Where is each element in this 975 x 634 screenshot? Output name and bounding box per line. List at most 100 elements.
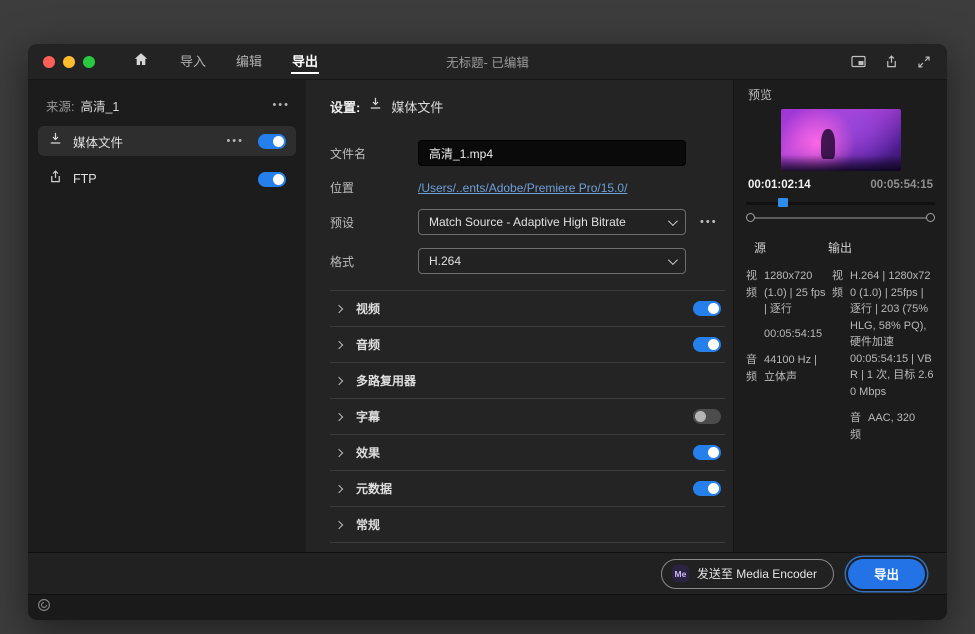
source-duration: 00:05:54:15 <box>764 327 823 340</box>
settings-header: 设置: 媒体文件 <box>330 96 725 116</box>
format-value: H.264 <box>429 254 462 268</box>
creative-cloud-icon[interactable] <box>37 598 51 617</box>
destination-item-media-file[interactable]: 媒体文件 ••• <box>38 126 296 156</box>
media-file-toggle[interactable] <box>258 133 286 149</box>
section-general[interactable]: 常规 <box>330 507 725 543</box>
destination-label: 媒体文件 <box>73 135 124 150</box>
section-video[interactable]: 视频 <box>330 291 725 327</box>
info-headers: 源 输出 <box>746 239 935 256</box>
status-strip <box>28 594 947 620</box>
timecode-row: 00:01:02:14 00:05:54:15 <box>746 179 935 191</box>
send-to-media-encoder-button[interactable]: Me 发送至 Media Encoder <box>660 558 834 589</box>
output-info-column: 视频 H.264 | 1280x720 (1.0) | 25fps | 逐行 |… <box>832 268 935 453</box>
output-bitrate-info: 00:05:54:15 | VBR | 1 次, 目标 2.60 Mbps <box>850 352 934 398</box>
output-audio-row: 音频 AAC, 320 <box>850 412 916 441</box>
settings-target: 媒体文件 <box>391 99 444 115</box>
titlebar-actions <box>851 54 947 69</box>
format-dropdown[interactable]: H.264 <box>418 248 686 274</box>
project-title: 无标题- 已编辑 <box>446 56 529 70</box>
range-in-handle[interactable] <box>746 213 755 222</box>
source-audio-row: 音频 44100 Hz | 立体声 <box>746 354 818 383</box>
section-captions[interactable]: 字幕 <box>330 399 725 435</box>
source-video-row: 视频 1280x720 (1.0) | 25 fps | 逐行 00:05:54… <box>746 268 828 342</box>
chevron-down-icon <box>667 215 678 226</box>
video-toggle[interactable] <box>693 301 721 316</box>
playhead-handle[interactable] <box>778 198 789 207</box>
preset-value: Match Source - Adaptive High Bitrate <box>429 215 626 229</box>
minimize-window-button[interactable] <box>63 55 75 68</box>
traffic-lights <box>28 55 95 68</box>
captions-toggle[interactable] <box>693 409 721 424</box>
current-timecode: 00:01:02:14 <box>748 179 811 191</box>
destinations-panel: 来源: 高清_1 ••• 媒体文件 ••• FTP <box>28 80 306 552</box>
scrubber-track[interactable] <box>746 202 935 205</box>
chevron-right-icon <box>334 412 344 421</box>
chevron-right-icon <box>334 448 344 457</box>
filename-field-row: 文件名 <box>330 140 725 166</box>
close-window-button[interactable] <box>43 55 55 68</box>
tab-import[interactable]: 导入 <box>179 44 207 79</box>
ftp-toggle[interactable] <box>258 171 286 187</box>
chevron-down-icon <box>667 254 678 265</box>
export-button[interactable]: 导出 <box>847 558 925 589</box>
tab-export[interactable]: 导出 <box>291 44 320 79</box>
preview-label: 预览 <box>748 88 773 102</box>
export-dialog-window: 导入 编辑 导出 无标题- 已编辑 来源: 高清_1 ••• 媒体文件 ••• … <box>28 44 947 620</box>
settings-panel: 设置: 媒体文件 文件名 位置 /Users/..ents/Adobe/Prem… <box>306 80 733 552</box>
settings-sections: 视频 音频 多路复用器 字幕 效果 元数据 常规 <box>330 290 725 543</box>
duration-timecode: 00:05:54:15 <box>870 179 933 191</box>
destination-label: FTP <box>73 172 97 186</box>
preset-label: 预设 <box>330 215 355 230</box>
range-bar <box>746 211 935 225</box>
source-name: 高清_1 <box>80 99 120 114</box>
preview-thumbnail <box>780 109 901 171</box>
effects-toggle[interactable] <box>693 445 721 460</box>
section-audio[interactable]: 音频 <box>330 327 725 363</box>
filename-input[interactable] <box>418 140 686 166</box>
range-out-handle[interactable] <box>926 213 935 222</box>
source-label: 来源: <box>46 99 75 114</box>
location-field-row: 位置 /Users/..ents/Adobe/Premiere Pro/15.0… <box>330 179 725 196</box>
filename-label: 文件名 <box>330 146 367 161</box>
tab-edit[interactable]: 编辑 <box>235 44 263 79</box>
location-label: 位置 <box>330 181 355 195</box>
source-column-header: 源 <box>754 241 767 255</box>
export-media-icon <box>48 131 63 151</box>
chevron-right-icon <box>334 520 344 529</box>
format-label: 格式 <box>330 254 355 269</box>
home-icon <box>133 51 149 72</box>
section-effects[interactable]: 效果 <box>330 435 725 471</box>
footer-bar: Me 发送至 Media Encoder 导出 <box>28 552 947 594</box>
location-link[interactable]: /Users/..ents/Adobe/Premiere Pro/15.0/ <box>418 181 627 195</box>
settings-label: 设置: <box>330 99 361 115</box>
mode-tabs: 导入 编辑 导出 <box>179 44 320 79</box>
preset-field-row: 预设 Match Source - Adaptive High Bitrate … <box>330 209 725 235</box>
preset-more-icon[interactable]: ••• <box>700 216 718 228</box>
media-encoder-icon: Me <box>671 565 689 582</box>
section-metadata[interactable]: 元数据 <box>330 471 725 507</box>
share-icon[interactable] <box>884 54 899 69</box>
destination-more-icon[interactable]: ••• <box>226 135 244 147</box>
output-column-header: 输出 <box>828 241 853 255</box>
audio-toggle[interactable] <box>693 337 721 352</box>
metadata-toggle[interactable] <box>693 481 721 496</box>
section-multiplexer[interactable]: 多路复用器 <box>330 363 725 399</box>
chevron-right-icon <box>334 340 344 349</box>
dialog-content: 来源: 高清_1 ••• 媒体文件 ••• FTP 设置: 媒体文件 文件名 高… <box>28 80 947 552</box>
chevron-right-icon <box>334 484 344 493</box>
fullscreen-icon[interactable] <box>917 55 931 69</box>
preset-dropdown[interactable]: Match Source - Adaptive High Bitrate <box>418 209 686 235</box>
source-more-icon[interactable]: ••• <box>272 99 290 111</box>
zoom-window-button[interactable] <box>83 55 95 68</box>
timeline-scrubber[interactable] <box>746 198 935 208</box>
range-track[interactable] <box>750 217 931 219</box>
source-info-column: 视频 1280x720 (1.0) | 25 fps | 逐行 00:05:54… <box>746 268 828 453</box>
chevron-right-icon <box>334 304 344 313</box>
workspace-overlay-icon[interactable] <box>851 55 866 68</box>
source-header: 来源: 高清_1 ••• <box>28 92 306 118</box>
info-columns: 视频 1280x720 (1.0) | 25 fps | 逐行 00:05:54… <box>746 268 935 453</box>
home-button[interactable] <box>133 51 149 72</box>
destination-item-ftp[interactable]: FTP <box>38 164 296 194</box>
format-field-row: 格式 H.264 <box>330 248 725 274</box>
chevron-right-icon <box>334 376 344 385</box>
